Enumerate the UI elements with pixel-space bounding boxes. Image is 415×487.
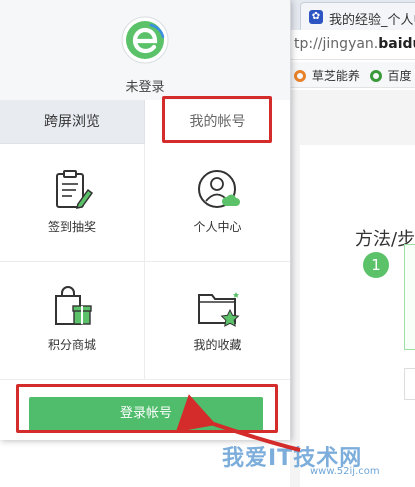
green-e-browser-logo-icon[interactable]	[121, 16, 169, 64]
grid-item-checkin-lottery[interactable]: 签到抽奖	[0, 144, 145, 262]
green-ring-icon	[369, 70, 382, 82]
bookmark-label: 草芝能养	[311, 69, 360, 83]
grid-item-my-favorites[interactable]: 我的收藏	[145, 262, 290, 380]
step-number-badge: 1	[363, 252, 389, 278]
browser-tab[interactable]: ✿ 我的经验_个人中	[300, 2, 415, 30]
grid-item-label: 积分商城	[47, 338, 96, 352]
user-login-status: 未登录	[125, 80, 165, 95]
grid-item-label: 个人中心	[193, 220, 242, 234]
grid-item-label: 我的收藏	[193, 338, 242, 352]
bookmarks-bar: 草芝能养 百度	[290, 62, 415, 88]
watermark-url: www.52ij.com	[310, 466, 380, 477]
annotation-highlight-login	[16, 384, 278, 433]
bookmark-item[interactable]: 百度	[369, 69, 412, 83]
panel-header: 未登录	[0, 0, 290, 100]
step-content-box	[404, 368, 415, 400]
tab-cross-screen-browsing[interactable]: 跨屏浏览	[0, 100, 145, 144]
bookmark-label: 百度	[387, 69, 412, 83]
step-content-box	[404, 244, 415, 350]
annotation-highlight-tab	[162, 96, 272, 143]
shopping-bag-gift-icon	[55, 286, 92, 325]
content-card	[300, 145, 415, 487]
baidu-paw-icon: ✿	[309, 10, 323, 24]
folder-star-icon	[197, 292, 239, 327]
address-bar[interactable]: tp://jingyan.baidu	[290, 30, 415, 60]
orange-ring-icon	[294, 70, 306, 82]
grid-item-points-mall[interactable]: 积分商城	[0, 262, 145, 380]
account-feature-grid: 签到抽奖 个人中心 积分商城 我的收藏	[0, 144, 290, 380]
account-popup-panel: 未登录 跨屏浏览 我的帐号 签到抽奖 个人中心 积分商城 我的收藏 登录帐号	[0, 0, 291, 440]
browser-tab-title: 我的经验_个人中	[329, 13, 415, 28]
grid-item-label: 签到抽奖	[47, 220, 96, 234]
address-domain: baidu	[378, 36, 415, 52]
grid-item-personal-center[interactable]: 个人中心	[145, 144, 290, 262]
bookmark-item[interactable]: 草芝能养	[294, 69, 364, 83]
clipboard-pencil-icon	[56, 170, 94, 209]
user-avatar-cloud-icon	[197, 170, 240, 208]
address-prefix: tp://jingyan.	[294, 36, 379, 52]
